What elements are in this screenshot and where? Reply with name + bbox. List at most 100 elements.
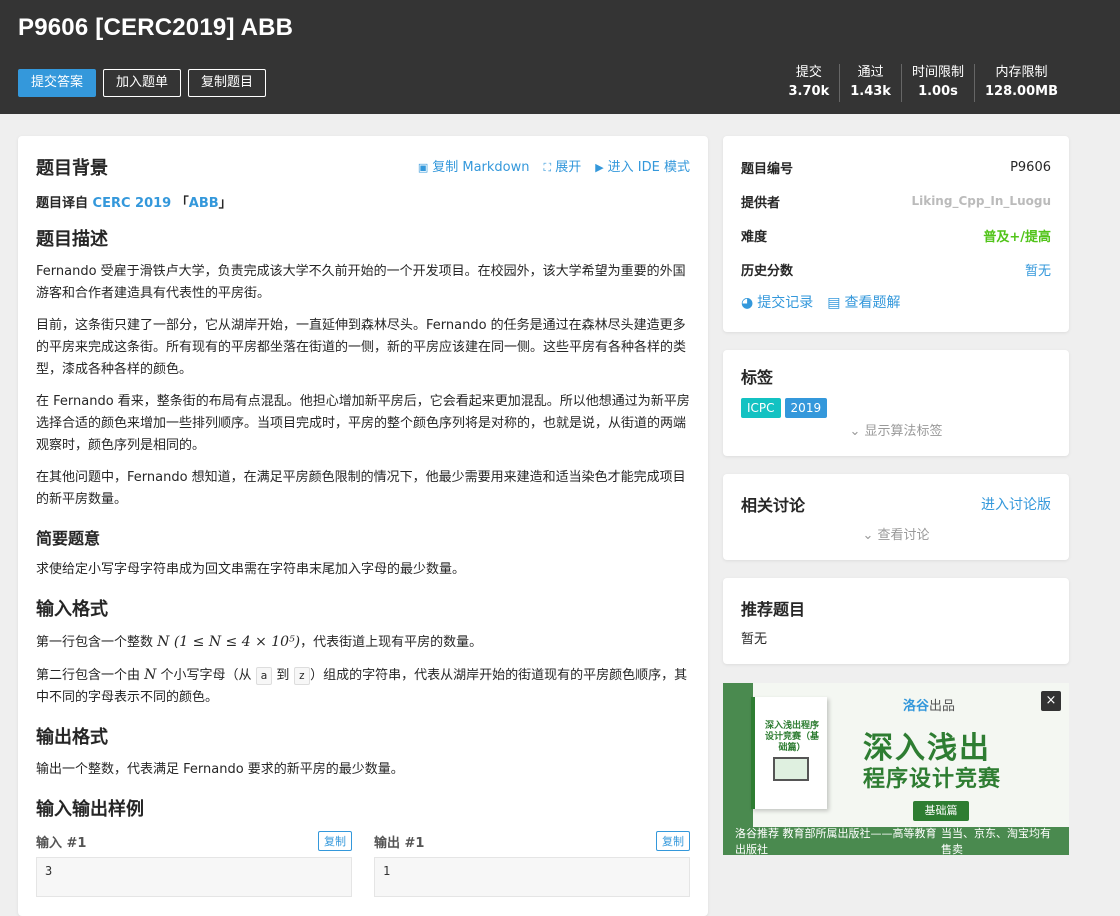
logo-suffix: 出品: [929, 699, 956, 714]
info-row-difficulty: 难度 普及+/提高: [741, 218, 1051, 252]
recommended-empty: 暂无: [741, 632, 768, 647]
stat-label: 时间限制: [911, 65, 964, 80]
description-paragraph: 目前，这条街只建了一部分，它从湖岸开始，一直延伸到森林尽头。Fernando 的…: [36, 318, 687, 377]
output-format-heading: 输出格式: [36, 727, 108, 748]
sample-output-label: 输出 #1: [374, 835, 425, 851]
sample-output-content: 1: [374, 857, 690, 897]
records-link[interactable]: ◕ 提交记录: [741, 292, 813, 312]
ad-footer-right: 当当、京东、淘宝均有售卖: [941, 827, 1052, 855]
expand-link[interactable]: ⛶ 展开: [543, 156, 581, 175]
input-format-heading: 输入格式: [36, 599, 108, 620]
sample-input-head: 输入 #1 复制: [36, 831, 352, 851]
problem-header: P9606 [CERC2019] ABB 提交答案 加入题单 复制题目 提交 3…: [0, 0, 1120, 114]
brief-heading: 简要题意: [36, 529, 101, 548]
inline-code: z: [293, 667, 311, 685]
inline-code: a: [255, 667, 273, 685]
source-problem-link[interactable]: ABB: [189, 196, 219, 211]
info-row-id: 题目编号 P9606: [741, 150, 1051, 184]
sample-input-label: 输入 #1: [36, 835, 87, 851]
source-close: 」: [218, 196, 232, 211]
problem-content-card: ▣ 复制 Markdown ⛶ 展开 ▶ 进入 IDE 模式 题目背景 题目译自 CE…: [18, 136, 708, 916]
copy-markdown-link[interactable]: ▣ 复制 Markdown: [418, 156, 530, 175]
show-tags-toggle[interactable]: ⌄ 显示算法标签: [741, 420, 1051, 439]
ad-footer-left: 洛谷推荐 教育部所属出版社——高等教育出版社: [735, 827, 937, 855]
input-n-math: N: [144, 667, 157, 683]
copy-markdown-label: 复制 Markdown: [432, 160, 530, 175]
description-heading: 题目描述: [36, 229, 108, 250]
action-bar: 提交答案 加入题单 复制题目: [18, 69, 267, 97]
expand-label: 展开: [555, 160, 582, 175]
tag-list: ICPC 2019: [741, 398, 1051, 418]
info-key: 题目编号: [741, 161, 794, 177]
input-text: 个小写字母（从: [156, 668, 256, 683]
problem-source: 题目译自 CERC 2019 「ABB」: [36, 192, 690, 211]
stat-submissions: 提交 3.70k: [779, 64, 840, 102]
info-row-score: 历史分数 暂无: [741, 252, 1051, 286]
info-links: ◕ 提交记录 ▤ 查看题解: [741, 292, 1051, 312]
enter-discussion-link[interactable]: 进入讨论版: [981, 494, 1051, 514]
luogu-logo: 洛谷出品: [903, 695, 955, 714]
sample-output-head: 输出 #1 复制: [374, 831, 690, 851]
tags-heading: 标签: [741, 368, 774, 387]
view-discussion-label: 查看讨论: [877, 528, 930, 543]
pie-chart-icon: ◕: [741, 295, 754, 311]
input-line-1: 第一行包含一个整数 N (1 ≤ N ≤ 4 × 10⁵)，代表街道上现有平房的…: [36, 631, 690, 654]
input-constraint-math: N (1 ≤ N ≤ 4 × 10⁵): [157, 634, 301, 650]
stat-label: 通过: [857, 65, 884, 80]
copy-output-button[interactable]: 复制: [656, 831, 690, 851]
submit-button[interactable]: 提交答案: [18, 69, 97, 97]
solutions-link[interactable]: ▤ 查看题解: [827, 292, 900, 312]
discussion-heading: 相关讨论: [741, 496, 806, 515]
input-text: ，代表街道上现有平房的数量。: [300, 635, 483, 650]
samples-heading: 输入输出样例: [36, 799, 144, 820]
copy-input-button[interactable]: 复制: [318, 831, 352, 851]
book-cover-title: 深入浅出程序设计竞赛（基础篇）: [764, 721, 819, 753]
problem-title: P9606 [CERC2019] ABB: [18, 14, 294, 41]
input-line-2: 第二行包含一个由 N 个小写字母（从 a 到 z ）组成的字符串，代表从湖岸开始的…: [36, 664, 690, 709]
stat-value: 128.00MB: [984, 84, 1058, 99]
close-icon[interactable]: ×: [1041, 691, 1061, 711]
book-icon: ▤: [827, 295, 841, 311]
terminal-icon: ▶: [595, 161, 604, 174]
add-to-list-button[interactable]: 加入题单: [103, 69, 182, 97]
ad-edition-badge: 基础篇: [913, 801, 969, 821]
info-key: 难度: [741, 229, 768, 245]
tags-card: 标签 ICPC 2019 ⌄ 显示算法标签: [723, 350, 1069, 456]
content-toolbar: ▣ 复制 Markdown ⛶ 展开 ▶ 进入 IDE 模式: [418, 156, 690, 175]
description-paragraph: 在其他问题中，Fernando 想知道，在满足平房颜色限制的情况下，他最少需要用…: [36, 470, 686, 507]
problem-info-card: 题目编号 P9606 提供者 Liking_Cpp_In_Luogu 难度 普及…: [723, 136, 1069, 332]
output-paragraph: 输出一个整数，代表满足 Fernando 要求的新平房的最少数量。: [36, 762, 404, 777]
ide-mode-link[interactable]: ▶ 进入 IDE 模式: [595, 156, 690, 175]
sample-input: 输入 #1 复制 3: [36, 831, 352, 897]
sample-input-content: 3: [36, 857, 352, 897]
logo-text: 洛谷: [903, 699, 930, 714]
copy-problem-button[interactable]: 复制题目: [188, 69, 267, 97]
book-ad-banner[interactable]: 深入浅出程序设计竞赛（基础篇） 洛谷出品 深入浅出 程序设计竞赛 基础篇 × 洛…: [723, 683, 1069, 855]
difficulty-value: 普及+/提高: [983, 229, 1051, 245]
stat-time-limit: 时间限制 1.00s: [900, 64, 974, 102]
ide-mode-label: 进入 IDE 模式: [607, 160, 690, 175]
source-contest-link[interactable]: CERC 2019: [93, 196, 172, 211]
stat-label: 提交: [795, 65, 822, 80]
stat-memory-limit: 内存限制 128.00MB: [973, 64, 1068, 102]
problem-id-value: P9606: [1010, 159, 1051, 175]
description-paragraph: 在 Fernando 看来，整条街的布局有点混乱。他担心增加新平房后，它会看起来…: [36, 394, 690, 453]
info-key: 历史分数: [741, 263, 794, 279]
info-row-provider: 提供者 Liking_Cpp_In_Luogu: [741, 184, 1051, 218]
tag-icpc[interactable]: ICPC: [741, 398, 781, 418]
sample-output: 输出 #1 复制 1: [374, 831, 690, 897]
description-paragraph: Fernando 受雇于滑铁卢大学，负责完成该大学不久前开始的一个开发项目。在校…: [36, 264, 686, 301]
records-label: 提交记录: [757, 295, 814, 311]
recommended-heading: 推荐题目: [741, 600, 806, 619]
input-text: 到: [272, 668, 294, 683]
provider-link[interactable]: Liking_Cpp_In_Luogu: [911, 194, 1051, 208]
input-text: 第二行包含一个由: [36, 668, 145, 683]
expand-icon: ⛶: [543, 161, 552, 174]
info-key: 提供者: [741, 195, 781, 211]
show-tags-label: 显示算法标签: [864, 424, 943, 439]
tag-year[interactable]: 2019: [784, 398, 828, 418]
samples-block: 输入 #1 复制 3 输出 #1 复制 1: [36, 831, 690, 897]
discussion-card: 相关讨论 进入讨论版 ⌄ 查看讨论: [723, 474, 1069, 560]
view-discussion-toggle[interactable]: ⌄ 查看讨论: [741, 524, 1051, 543]
history-score-value: 暂无: [1024, 263, 1051, 279]
